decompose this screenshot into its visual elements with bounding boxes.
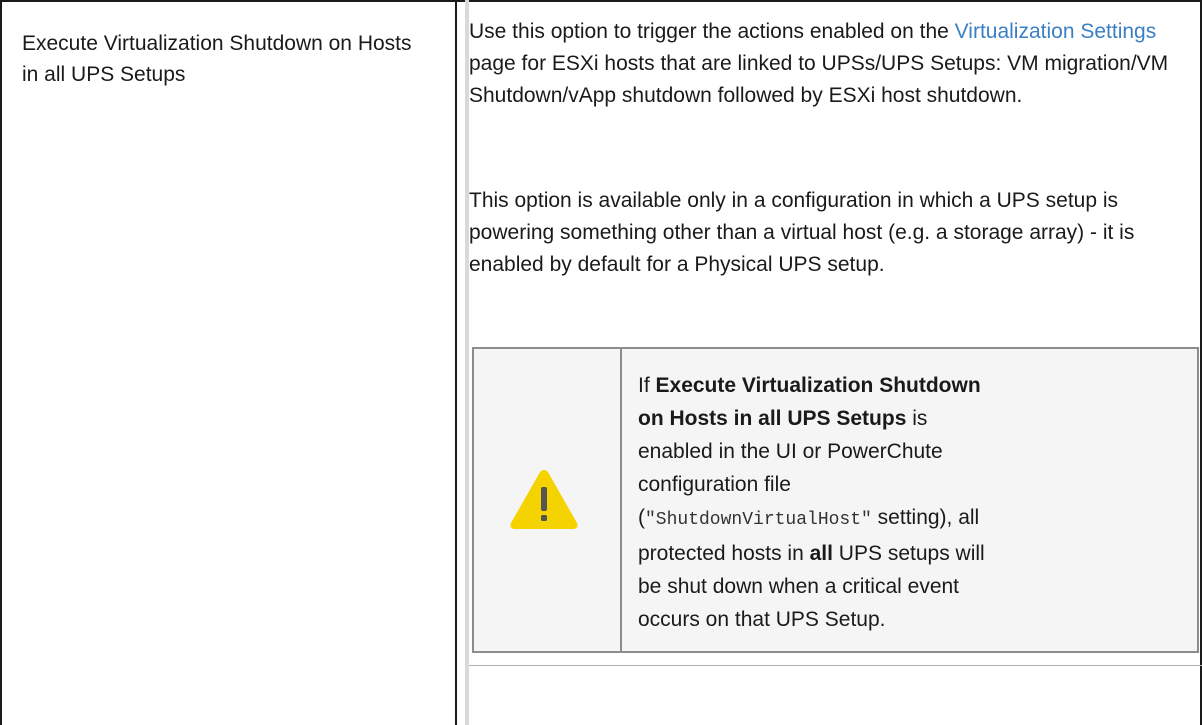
warning-note-text: If Execute Virtualization Shutdown on Ho… xyxy=(638,369,988,636)
warning-note: If Execute Virtualization Shutdown on Ho… xyxy=(472,347,1199,653)
column-divider xyxy=(455,0,457,725)
description-text: page for ESXi hosts that are linked to U… xyxy=(469,52,1169,107)
description-text: Use this option to trigger the actions e… xyxy=(469,20,955,43)
note-bold-setting-name: Execute Virtualization Shutdown on Hosts… xyxy=(638,374,981,430)
note-bold-all: all xyxy=(809,542,833,565)
description-paragraph-1: Use this option to trigger the actions e… xyxy=(469,16,1189,112)
note-code-setting: "ShutdownVirtualHost" xyxy=(645,510,872,530)
note-text: If xyxy=(638,374,656,397)
virtualization-settings-link[interactable]: Virtualization Settings xyxy=(955,20,1157,43)
setting-name: Execute Virtualization Shutdown on Hosts… xyxy=(22,32,412,86)
setting-name-cell: Execute Virtualization Shutdown on Hosts… xyxy=(22,28,432,90)
warning-icon-cell xyxy=(474,349,622,651)
row-divider xyxy=(469,665,1202,666)
description-paragraph-2: This option is available only in a confi… xyxy=(469,189,1135,276)
warning-icon xyxy=(510,470,578,529)
